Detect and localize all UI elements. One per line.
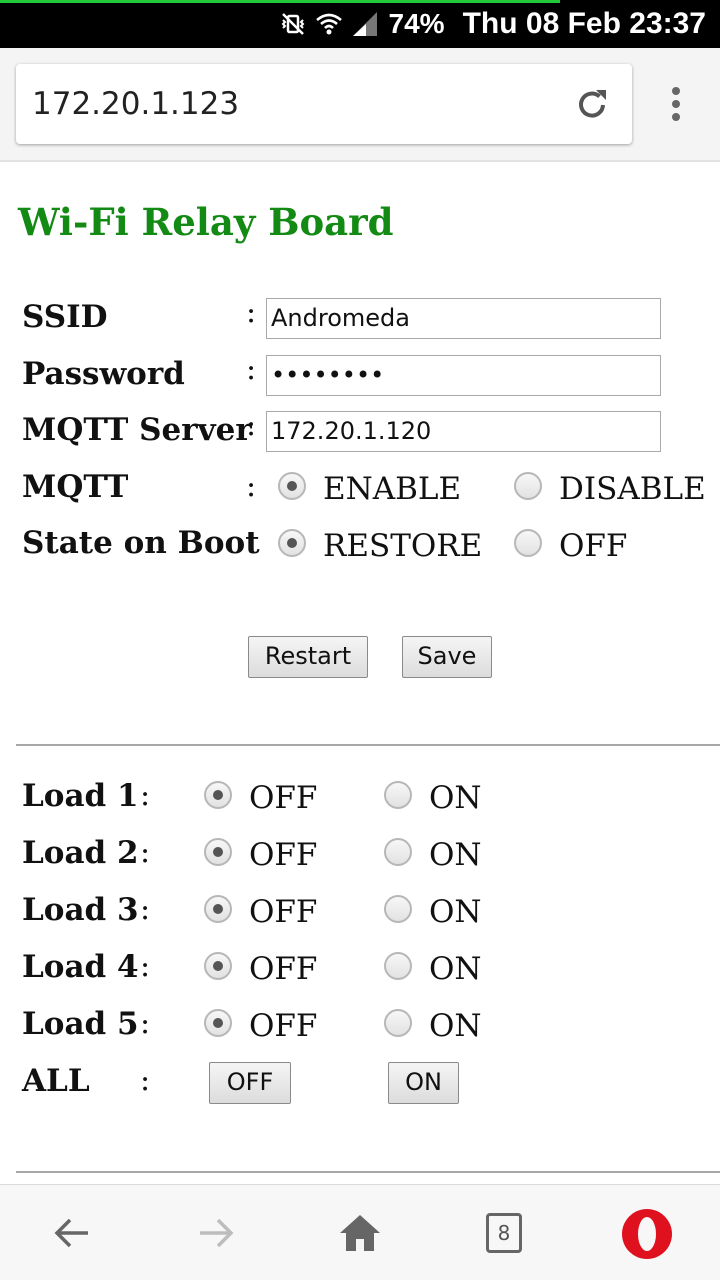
load-5-label: Load 5: [22, 1006, 139, 1042]
mqtt-enable-radio[interactable]: [278, 472, 306, 500]
load-3-on-radio[interactable]: [384, 895, 412, 923]
mqtt-server-label: MQTT Server: [22, 412, 252, 448]
load-2-off-label: OFF: [249, 837, 318, 873]
load-3-on-label: ON: [429, 894, 482, 930]
all-off-button[interactable]: OFF: [209, 1062, 291, 1104]
colon: :: [140, 892, 151, 927]
tabs-icon[interactable]: 8: [486, 1213, 522, 1253]
load-2-on-label: ON: [429, 837, 482, 873]
load-2-on-radio[interactable]: [384, 838, 412, 866]
load-2-label: Load 2: [22, 835, 139, 871]
wifi-icon: [315, 13, 342, 35]
mqtt-disable-label: DISABLE: [559, 471, 706, 507]
load-1-on-radio[interactable]: [384, 781, 412, 809]
load-3-label: Load 3: [22, 892, 139, 928]
load-5-on-radio[interactable]: [384, 1009, 412, 1037]
password-label: Password: [22, 356, 185, 392]
load-4-label: Load 4: [22, 949, 139, 985]
page-load-progress: [0, 0, 560, 3]
boot-off-radio[interactable]: [514, 529, 542, 557]
colon: :: [140, 835, 151, 870]
colon: :: [246, 469, 257, 504]
home-icon[interactable]: [338, 1211, 382, 1255]
back-arrow-icon[interactable]: [50, 1211, 94, 1255]
colon: :: [246, 525, 257, 560]
mqtt-disable-radio[interactable]: [514, 472, 542, 500]
load-3-off-label: OFF: [249, 894, 318, 930]
load-5-on-label: ON: [429, 1008, 482, 1044]
colon: :: [140, 778, 151, 813]
colon: :: [246, 352, 257, 387]
signal-icon: [352, 12, 377, 36]
load-5-off-label: OFF: [249, 1008, 318, 1044]
opera-logo-icon[interactable]: [620, 1207, 674, 1261]
load-4-off-radio[interactable]: [204, 952, 232, 980]
all-on-button[interactable]: ON: [388, 1062, 459, 1104]
load-2-off-radio[interactable]: [204, 838, 232, 866]
load-1-off-label: OFF: [249, 780, 318, 816]
load-1-off-radio[interactable]: [204, 781, 232, 809]
load-3-off-radio[interactable]: [204, 895, 232, 923]
more-vert-icon[interactable]: [660, 86, 692, 126]
load-4-on-label: ON: [429, 951, 482, 987]
forward-arrow-icon[interactable]: [194, 1211, 238, 1255]
battery-level: 74%: [388, 8, 445, 39]
load-5-off-radio[interactable]: [204, 1009, 232, 1037]
ssid-input[interactable]: Andromeda: [266, 298, 661, 339]
url-text[interactable]: 172.20.1.123: [32, 86, 239, 122]
load-1-label: Load 1: [22, 778, 139, 814]
colon: :: [246, 408, 257, 443]
mqtt-server-input[interactable]: 172.20.1.120: [266, 411, 661, 452]
clock: Thu 08 Feb 23:37: [462, 7, 706, 40]
colon: :: [246, 295, 257, 330]
address-bar[interactable]: 172.20.1.123: [16, 64, 632, 144]
status-icons: 74% Thu 08 Feb 23:37: [279, 6, 706, 42]
ssid-label: SSID: [22, 299, 108, 335]
browser-toolbar: 172.20.1.123: [0, 48, 720, 162]
reload-icon[interactable]: [572, 84, 612, 124]
page-title: Wi-Fi Relay Board: [18, 200, 394, 244]
colon: :: [140, 1006, 151, 1041]
boot-restore-radio[interactable]: [278, 529, 306, 557]
boot-restore-label: RESTORE: [323, 528, 483, 564]
all-label: ALL: [22, 1063, 90, 1099]
state-on-boot-label: State on Boot: [22, 525, 260, 561]
status-bar: 74% Thu 08 Feb 23:37: [0, 0, 720, 48]
bottom-navigation: 8: [0, 1184, 720, 1280]
save-button[interactable]: Save: [402, 636, 492, 678]
mqtt-label: MQTT: [22, 469, 129, 505]
load-4-off-label: OFF: [249, 951, 318, 987]
divider: [16, 1171, 720, 1173]
divider: [16, 744, 720, 746]
boot-off-label: OFF: [559, 528, 628, 564]
load-4-on-radio[interactable]: [384, 952, 412, 980]
load-1-on-label: ON: [429, 780, 482, 816]
mute-vibrate-icon: [281, 13, 304, 35]
mqtt-enable-label: ENABLE: [323, 471, 462, 507]
colon: :: [140, 949, 151, 984]
password-input[interactable]: ••••••••: [266, 355, 661, 396]
restart-button[interactable]: Restart: [248, 636, 368, 678]
colon: :: [140, 1063, 151, 1098]
